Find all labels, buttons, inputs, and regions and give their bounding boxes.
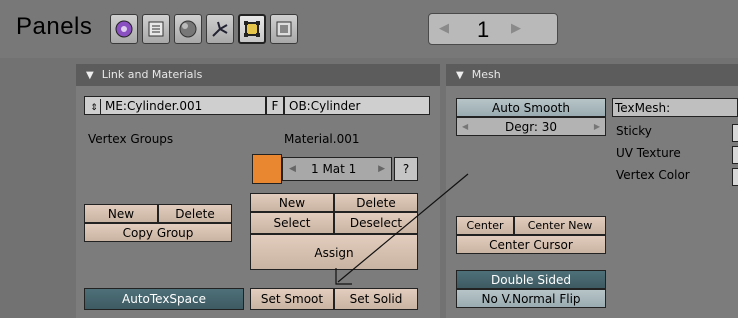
degree-value: Degr: 30 — [504, 120, 558, 134]
panels-title: Panels — [16, 13, 93, 40]
material-color-swatch[interactable] — [252, 154, 282, 184]
material-next-icon[interactable]: ▶ — [378, 158, 385, 180]
fake-user-button[interactable]: F — [266, 96, 284, 115]
material-name-label: Material.001 — [284, 132, 360, 146]
mesh-datablock-field[interactable]: ⇕ ME:Cylinder.001 — [84, 96, 266, 115]
object-datablock-field[interactable]: OB:Cylinder — [284, 96, 430, 115]
uv-texture-checkbox[interactable] — [732, 146, 738, 164]
page-next-icon[interactable]: ▶ — [511, 20, 521, 36]
logic-context-icon — [115, 20, 133, 38]
set-solid-button[interactable]: Set Solid — [334, 288, 418, 310]
degree-stepper[interactable]: ◀ Degr: 30 ▶ — [456, 117, 606, 136]
center-button[interactable]: Center — [456, 216, 514, 235]
texmesh-field[interactable]: TexMesh: — [612, 98, 738, 117]
scene-context-button[interactable] — [270, 14, 298, 44]
assign-button[interactable]: Assign — [250, 234, 418, 270]
uv-texture-label: UV Texture — [616, 146, 681, 160]
vertex-color-label: Vertex Color — [616, 168, 690, 182]
script-context-icon — [148, 21, 164, 37]
mesh-panel-title: Mesh — [471, 68, 501, 81]
degree-prev-icon[interactable]: ◀ — [462, 118, 468, 135]
center-cursor-button[interactable]: Center Cursor — [456, 235, 606, 254]
vertex-group-delete-button[interactable]: Delete — [158, 204, 232, 223]
auto-smooth-toggle[interactable]: Auto Smooth — [456, 98, 606, 117]
mesh-datablock-name: ME:Cylinder.001 — [105, 99, 203, 113]
double-sided-toggle[interactable]: Double Sided — [456, 270, 606, 289]
object-context-icon — [212, 21, 228, 37]
collapse-triangle-icon[interactable]: ▼ — [456, 65, 464, 87]
select-button[interactable]: Select — [250, 212, 334, 234]
mesh-panel-header[interactable]: ▼ Mesh — [446, 64, 738, 86]
deselect-button[interactable]: Deselect — [334, 212, 418, 234]
center-new-button[interactable]: Center New — [514, 216, 606, 235]
logic-context-button[interactable] — [110, 14, 138, 44]
link-materials-title: Link and Materials — [101, 68, 203, 81]
scene-context-icon — [276, 21, 292, 37]
no-vnormal-flip-toggle[interactable]: No V.Normal Flip — [456, 289, 606, 308]
set-smooth-button[interactable]: Set Smoot — [250, 288, 334, 310]
material-delete-button[interactable]: Delete — [334, 193, 418, 212]
link-materials-panel-header[interactable]: ▼ Link and Materials — [76, 64, 440, 86]
material-index-stepper[interactable]: ◀ 1 Mat 1 ▶ — [282, 157, 392, 181]
vertex-groups-label: Vertex Groups — [88, 132, 174, 146]
object-context-button[interactable] — [206, 14, 234, 44]
copy-group-button[interactable]: Copy Group — [84, 223, 232, 242]
shading-context-button[interactable] — [174, 14, 202, 44]
editing-context-button[interactable] — [238, 14, 266, 44]
shading-context-icon — [179, 20, 197, 38]
vertex-group-new-button[interactable]: New — [84, 204, 158, 223]
panel-page-selector[interactable]: ◀ 1 ▶ — [428, 13, 558, 45]
browse-icon[interactable]: ⇕ — [88, 99, 101, 114]
sticky-label: Sticky — [616, 124, 652, 138]
vertex-color-checkbox[interactable] — [732, 168, 738, 186]
material-prev-icon[interactable]: ◀ — [289, 158, 296, 180]
material-help-button[interactable]: ? — [394, 157, 418, 181]
sticky-checkbox[interactable] — [732, 124, 738, 142]
script-context-button[interactable] — [142, 14, 170, 44]
material-new-button[interactable]: New — [250, 193, 334, 212]
page-prev-icon[interactable]: ◀ — [439, 20, 449, 36]
page-number: 1 — [477, 17, 490, 42]
editing-context-icon — [244, 21, 260, 37]
collapse-triangle-icon[interactable]: ▼ — [86, 65, 94, 87]
degree-next-icon[interactable]: ▶ — [594, 118, 600, 135]
material-counter: 1 Mat 1 — [311, 162, 357, 176]
autotexspace-toggle[interactable]: AutoTexSpace — [84, 288, 244, 310]
